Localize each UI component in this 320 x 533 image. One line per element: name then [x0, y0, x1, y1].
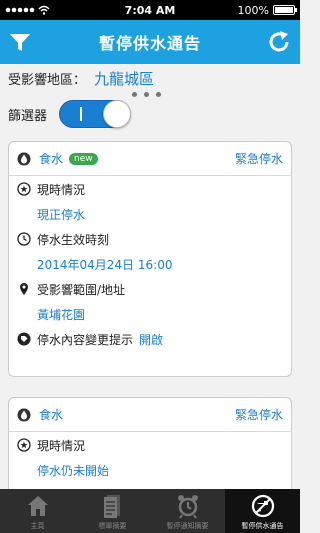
page-dot [132, 92, 137, 97]
nav-bar: 暫停供水通告 [0, 20, 300, 64]
tab-bar: 主頁 標單摘要 暫停通知摘要 暫停供水通告 [0, 489, 300, 533]
new-badge: new [69, 152, 98, 165]
battery-icon [273, 5, 297, 15]
toggle-on-mark [80, 107, 83, 121]
time-value: 2014年04月24日 16:00 [37, 257, 173, 272]
card-header: 食水 new 緊急停水 [9, 142, 291, 176]
suspension-kind: 緊急停水 [234, 152, 283, 166]
region-row: 受影響地區： 九龍城區 [8, 66, 154, 90]
home-icon [27, 496, 48, 516]
page-title: 暫停供水通告 [98, 34, 201, 53]
notice-card[interactable]: 食水 new 緊急停水 現時情況 現正停水 停水生效時刻 2014年04月24日… [8, 141, 292, 377]
tab-label: 標單摘要 [98, 522, 127, 530]
water-type: 食水 [39, 408, 64, 422]
status-time: 7:04 AM [124, 3, 176, 17]
tag-icon [17, 332, 31, 346]
notify-enable-link[interactable]: 開啟 [139, 331, 163, 348]
battery-percent: 100% [237, 3, 269, 17]
tab-notification-summary[interactable]: 暫停通知摘要 [150, 489, 225, 533]
toggle-knob[interactable] [103, 100, 132, 128]
status-label: 現時情況 [37, 182, 86, 197]
status-row: 現時情況 [17, 176, 283, 202]
area-label: 受影響範圍/地址 [37, 282, 126, 297]
filter-icon[interactable] [8, 30, 32, 54]
notify-label: 停水內容變更提示 [37, 332, 134, 347]
status-value: 現正停水 [37, 207, 86, 222]
time-label: 停水生效時刻 [37, 232, 110, 247]
star-circle-icon [17, 182, 31, 196]
water-drop-icon [17, 152, 31, 165]
page-indicator [132, 92, 161, 97]
tab-label: 暫停供水通告 [241, 522, 284, 530]
tab-home[interactable]: 主頁 [0, 489, 75, 533]
suspension-kind: 緊急停水 [234, 408, 283, 422]
wifi-icon [38, 5, 50, 15]
area-value: 黃埔花園 [37, 307, 86, 322]
refresh-icon[interactable] [266, 29, 292, 55]
status-row: 現時情況 [17, 432, 283, 458]
status-label: 現時情況 [37, 438, 86, 453]
document-icon [103, 495, 120, 518]
notice-card[interactable]: 食水 緊急停水 現時情況 停水仍未開始 [8, 397, 292, 497]
alarm-clock-icon [177, 495, 198, 519]
filter-label: 篩選器 [8, 108, 48, 124]
water-type: 食水 [39, 152, 64, 166]
water-drop-icon [17, 408, 31, 421]
area-row: 受影響範圍/地址 [17, 276, 283, 302]
tab-water-suspension[interactable]: 暫停供水通告 [225, 489, 300, 533]
region-value[interactable]: 九龍城區 [94, 68, 154, 89]
time-row: 停水生效時刻 [17, 226, 283, 252]
clock-icon [17, 232, 31, 246]
star-circle-icon [17, 438, 31, 452]
no-water-icon [251, 494, 274, 518]
filter-toggle[interactable] [59, 100, 132, 128]
tab-label: 暫停通知摘要 [166, 522, 209, 530]
notify-row: 停水內容變更提示 開啟 [17, 326, 283, 352]
signal-icon [5, 7, 35, 13]
status-bar: 7:04 AM 100% [0, 0, 300, 20]
page-dot [156, 92, 161, 97]
region-label: 受影響地區： [8, 72, 87, 88]
page-dot [144, 92, 149, 97]
filter-row: 篩選器 [8, 100, 132, 128]
tab-summary[interactable]: 標單摘要 [75, 489, 150, 533]
tab-label: 主頁 [30, 522, 45, 530]
status-value: 停水仍未開始 [37, 463, 110, 478]
map-pin-icon [20, 283, 28, 295]
card-header: 食水 緊急停水 [9, 398, 291, 432]
